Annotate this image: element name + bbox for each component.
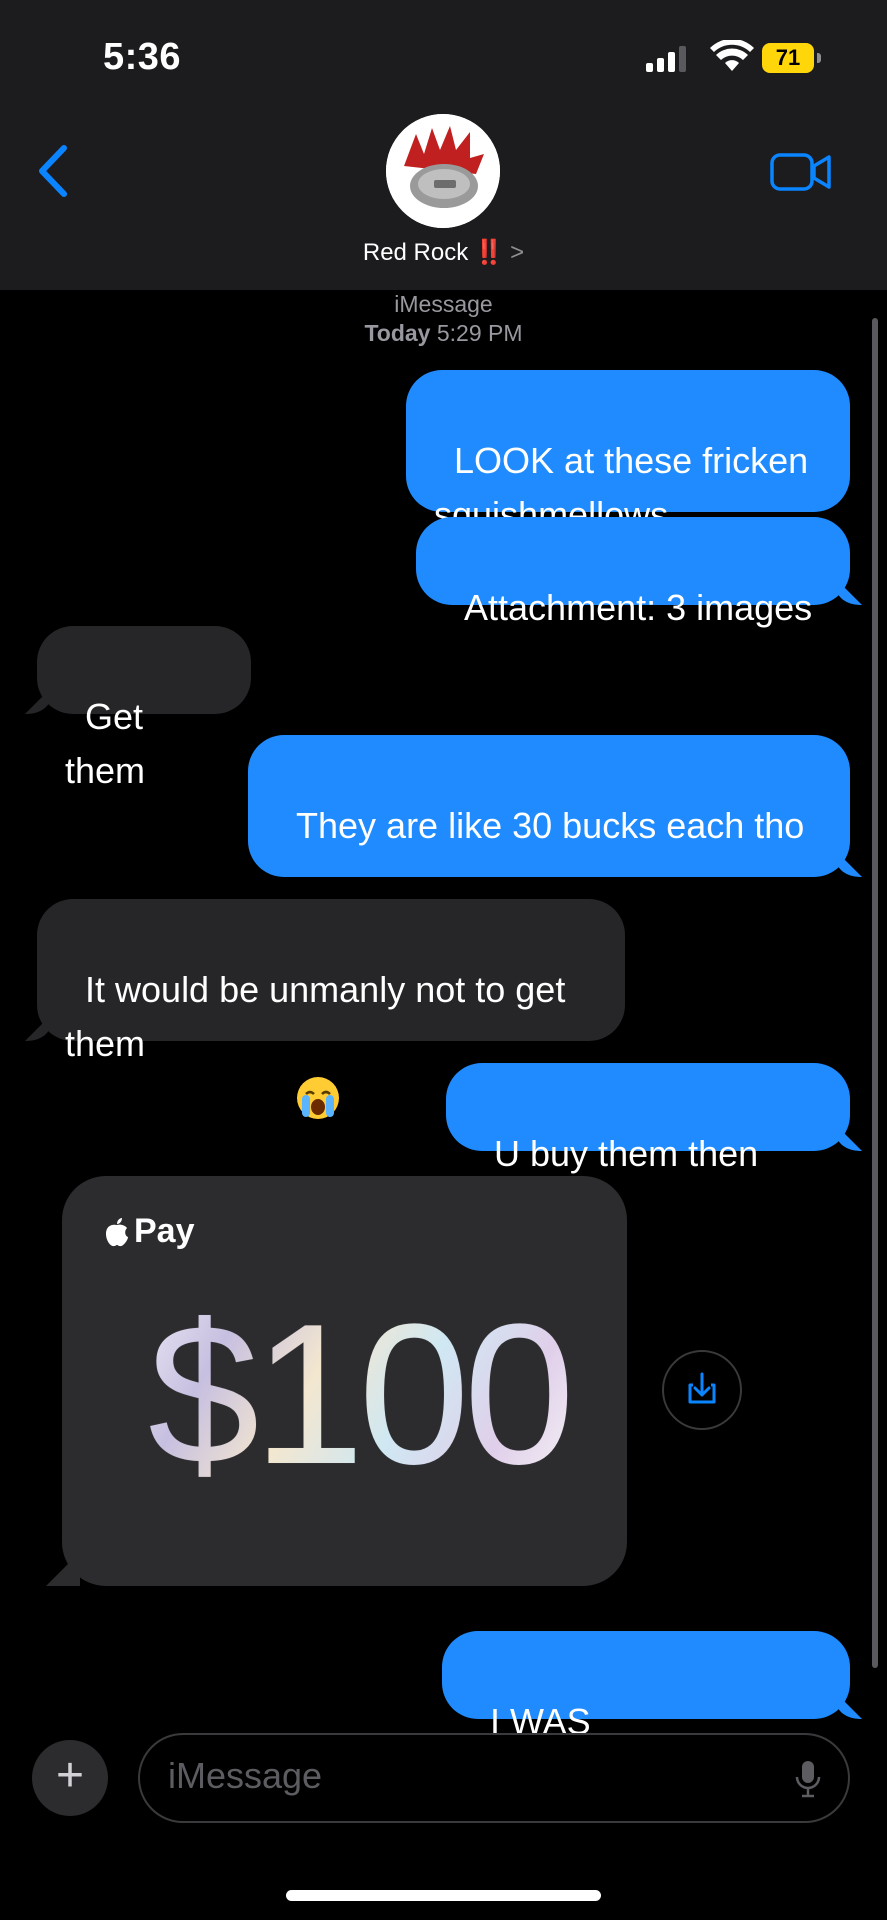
message-text: U buy them then	[494, 1133, 759, 1174]
timestamp-time: 5:29 PM	[436, 320, 523, 346]
conversation-header: 5:36 71 Red Rock ‼️ >	[0, 0, 887, 290]
microphone-icon[interactable]	[794, 1759, 822, 1799]
message-text: They are like 30 bucks each tho	[296, 805, 805, 846]
battery-level: 71	[762, 43, 814, 73]
contact-name: Red Rock	[362, 239, 469, 266]
apple-pay-brand: Pay	[104, 1212, 195, 1251]
save-payment-button[interactable]	[662, 1350, 742, 1430]
message-input[interactable]: iMessage	[138, 1733, 850, 1823]
message-bubble[interactable]: They are like 30 bucks each tho	[248, 735, 850, 1120]
chevron-right-icon: >	[510, 239, 525, 266]
message-input-placeholder: iMessage	[168, 1755, 323, 1796]
message-bubble[interactable]: LOOK at these fricken squishmellows	[406, 370, 850, 535]
message-bubble[interactable]: Get them	[37, 626, 251, 791]
service-label: iMessage	[394, 291, 493, 317]
apple-pay-card[interactable]: Pay $100	[62, 1176, 627, 1586]
download-icon	[688, 1372, 716, 1404]
message-bubble[interactable]: It would be unmanly not to get them	[37, 899, 625, 1064]
back-icon[interactable]	[34, 144, 70, 198]
add-attachment-button[interactable]: +	[32, 1740, 108, 1816]
timestamp-day: Today	[364, 320, 431, 346]
message-bubble[interactable]: U buy them then	[446, 1063, 850, 1340]
message-bubble[interactable]: I WAS JOKING?????	[442, 1631, 850, 1796]
home-indicator[interactable]	[286, 1890, 601, 1901]
attachment-bubble[interactable]: Attachment: 3 images	[416, 517, 850, 628]
scrollbar[interactable]	[872, 318, 878, 1668]
contact-avatar[interactable]	[386, 114, 500, 228]
avatar-image	[386, 114, 500, 228]
signal-icon	[646, 46, 686, 72]
contact-marker: ‼️	[474, 239, 505, 266]
wifi-icon	[710, 40, 754, 71]
payment-amount: $100	[148, 1280, 575, 1510]
apple-logo-icon	[106, 1217, 128, 1246]
battery-icon: 71	[762, 43, 822, 73]
apple-pay-label: Pay	[134, 1212, 195, 1250]
message-text: Get them	[65, 696, 154, 791]
contact-name-row[interactable]: Red Rock ‼️ >	[0, 238, 887, 267]
thread-timestamp: iMessage Today 5:29 PM	[0, 290, 887, 348]
battery-tip	[817, 53, 821, 63]
message-text: Attachment: 3 images	[464, 587, 813, 628]
video-call-icon[interactable]	[770, 152, 832, 192]
status-time: 5:36	[103, 36, 182, 78]
